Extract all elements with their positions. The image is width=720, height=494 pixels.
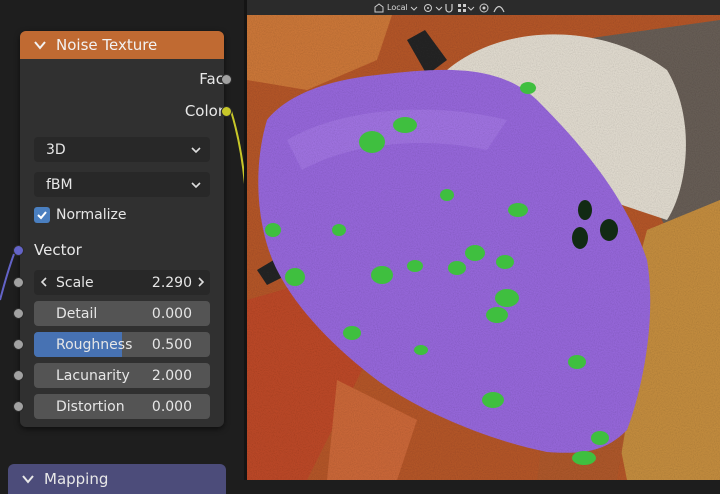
input-vector-socket[interactable] [13, 245, 24, 256]
snap-target-dropdown[interactable] [457, 1, 475, 14]
output-fac-socket[interactable] [221, 74, 232, 85]
roughness-value: 0.500 [151, 336, 192, 353]
scale-value: 2.290 [151, 274, 192, 291]
detail-field[interactable]: Detail 0.000 [34, 301, 210, 326]
normalize-checkbox[interactable] [34, 207, 50, 223]
detail-value: 0.000 [151, 305, 192, 322]
transform-orientation-value: Local [387, 3, 408, 12]
grid-snap-icon [458, 3, 466, 12]
roughness-label: Roughness [56, 336, 133, 353]
collapse-chevron-icon[interactable] [32, 37, 48, 53]
lacunarity-label: Lacunarity [56, 367, 130, 384]
decrement-arrow-icon[interactable] [39, 276, 49, 288]
3d-viewport[interactable] [247, 0, 720, 480]
node-title: Noise Texture [56, 36, 158, 54]
input-lacunarity-socket[interactable] [13, 370, 24, 381]
distortion-field[interactable]: Distortion 0.000 [34, 394, 210, 419]
chevron-down-icon [191, 181, 201, 188]
input-vector-label: Vector [34, 241, 82, 259]
distortion-value: 0.000 [151, 398, 192, 415]
input-roughness-socket[interactable] [13, 339, 24, 350]
node-editor-pane[interactable]: Noise Texture Fac Color 3D fBM Normalize… [0, 0, 244, 494]
pivot-point-dropdown[interactable] [423, 1, 443, 14]
falloff-curve-icon [493, 5, 505, 12]
proportional-edit-icon [479, 3, 489, 12]
input-distortion-socket[interactable] [13, 401, 24, 412]
viewport-header: Local [247, 0, 720, 15]
distortion-label: Distortion [56, 398, 125, 415]
collapse-chevron-icon[interactable] [20, 471, 36, 487]
detail-label: Detail [56, 305, 98, 322]
pivot-icon [424, 3, 432, 12]
proportional-editing-toggle[interactable] [479, 1, 489, 14]
increment-arrow-icon[interactable] [196, 276, 206, 288]
checkmark-icon [37, 211, 47, 220]
snap-magnet-icon [445, 3, 453, 13]
transform-orientation-dropdown[interactable]: Local [374, 1, 418, 14]
output-color-socket[interactable] [221, 106, 232, 117]
scale-label: Scale [56, 274, 94, 291]
normalize-option[interactable]: Normalize [34, 207, 127, 223]
output-color-label: Color [184, 102, 224, 120]
lacunarity-field[interactable]: Lacunarity 2.000 [34, 363, 210, 388]
falloff-dropdown[interactable] [493, 1, 505, 14]
orientation-icon [374, 2, 384, 12]
input-scale-socket[interactable] [13, 277, 24, 288]
chevron-down-icon [191, 146, 201, 153]
mapping-node-header[interactable]: Mapping [8, 464, 226, 494]
viewport-render [247, 0, 720, 480]
dimensions-value: 3D [46, 141, 66, 158]
chevron-down-icon [410, 6, 418, 11]
vector-link-wire [0, 253, 15, 301]
noise-type-value: fBM [46, 176, 73, 193]
roughness-field[interactable]: Roughness 0.500 [34, 332, 210, 357]
normalize-label: Normalize [56, 207, 127, 223]
noise-texture-node-header[interactable]: Noise Texture [20, 31, 224, 59]
chevron-down-icon [435, 6, 443, 11]
dimensions-dropdown[interactable]: 3D [34, 137, 210, 162]
lacunarity-value: 2.000 [151, 367, 192, 384]
input-detail-socket[interactable] [13, 308, 24, 319]
mapping-node-title: Mapping [44, 470, 109, 488]
scale-field[interactable]: Scale 2.290 [34, 270, 210, 295]
snap-toggle[interactable] [444, 1, 454, 14]
color-link-wire [230, 110, 244, 185]
chevron-down-icon [467, 6, 475, 11]
noise-type-dropdown[interactable]: fBM [34, 172, 210, 197]
